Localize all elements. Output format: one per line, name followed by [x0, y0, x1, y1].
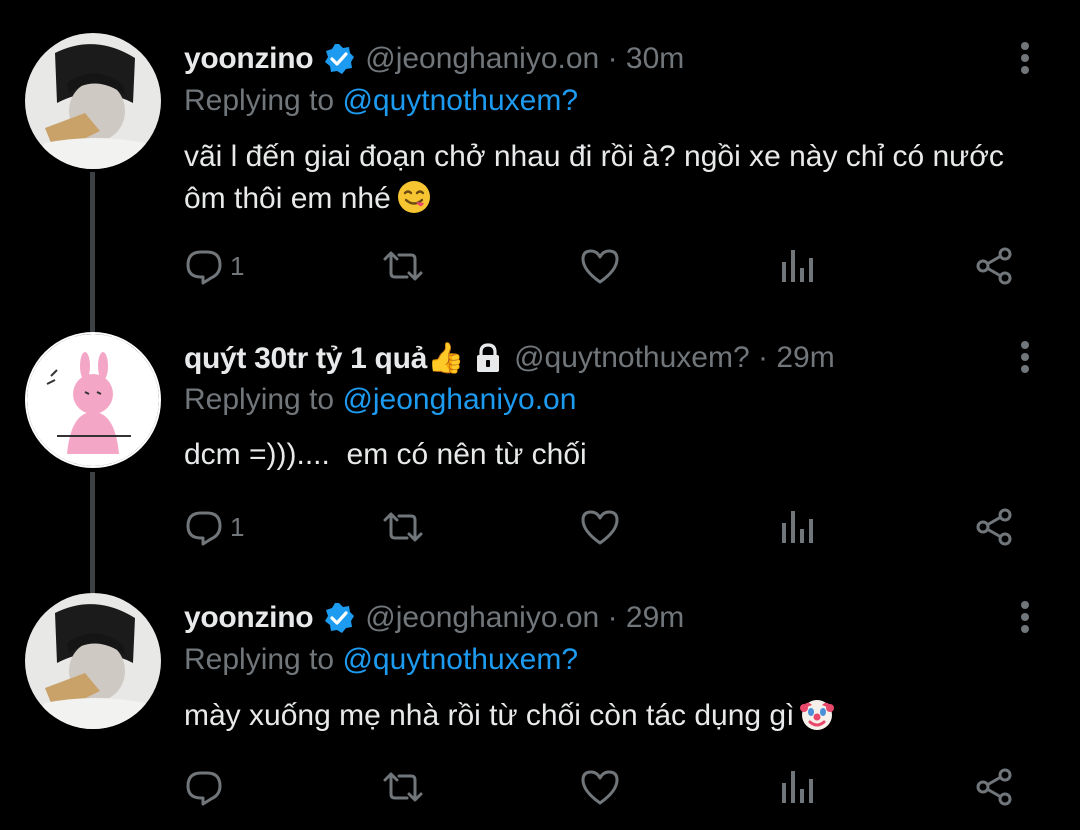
reply-button[interactable]: 1	[184, 244, 244, 288]
more-vertical-icon[interactable]	[1010, 39, 1040, 79]
mention-link[interactable]: @jeonghaniyo.on	[342, 383, 576, 416]
retweet-icon	[381, 246, 425, 286]
reply-icon	[184, 246, 224, 286]
avatar-yoonzino[interactable]	[25, 33, 161, 169]
handle[interactable]: @jeonghaniyo.on	[365, 601, 599, 634]
tweet-text: vãi l đến giai đoạn chở nhau đi rồi à? n…	[184, 136, 1034, 220]
heart-icon	[580, 246, 620, 286]
mention-link[interactable]: @quytnothuxem?	[342, 84, 578, 117]
like-button[interactable]	[580, 244, 620, 288]
analytics-icon	[779, 507, 815, 547]
share-button[interactable]	[974, 765, 1014, 809]
handle[interactable]: @jeonghaniyo.on	[365, 42, 599, 75]
avatar-yoonzino[interactable]	[25, 593, 161, 729]
mention-link[interactable]: @quytnothuxem?	[342, 643, 578, 676]
lock-icon	[472, 342, 504, 374]
separator: ·	[607, 601, 618, 634]
analytics-icon	[779, 767, 815, 807]
timestamp[interactable]: 29m	[626, 601, 684, 634]
analytics-icon	[779, 246, 815, 286]
handle[interactable]: @quytnothuxem?	[514, 341, 750, 374]
display-name[interactable]: yoonzino	[184, 601, 314, 635]
reply-icon	[184, 507, 224, 547]
thread-line	[90, 172, 95, 320]
handle-and-time: @jeonghaniyo.on · 30m	[365, 42, 684, 76]
tweet-text: dcm =))).... em có nên từ chối	[184, 434, 1034, 476]
reply-button[interactable]	[184, 765, 230, 809]
replying-prefix: Replying to	[184, 84, 335, 117]
reply-count: 1	[230, 511, 245, 542]
share-button[interactable]	[974, 244, 1014, 288]
reply-button[interactable]: 1	[184, 505, 244, 549]
handle-and-time: @quytnothuxem? · 29m	[514, 341, 835, 375]
share-icon	[974, 246, 1014, 286]
thread-line	[90, 320, 95, 332]
share-button[interactable]	[974, 505, 1014, 549]
tweet-header: quýt 30tr tỷ 1 quả👍 @quytnothuxem? · 29m	[184, 338, 835, 378]
thread-line	[90, 472, 95, 585]
tweet-text: mày xuống mẹ nhà rồi từ chối còn tác dụn…	[184, 695, 1034, 737]
retweet-icon	[381, 767, 425, 807]
analytics-button[interactable]	[779, 505, 815, 549]
avatar-quyt[interactable]	[25, 332, 161, 468]
retweet-button[interactable]	[381, 765, 425, 809]
more-vertical-icon[interactable]	[1010, 598, 1040, 638]
display-name[interactable]: yoonzino	[184, 42, 314, 76]
reply-icon	[184, 767, 224, 807]
heart-icon	[580, 507, 620, 547]
timestamp[interactable]: 30m	[626, 42, 684, 75]
tweet-text-content: dcm =))).... em có nên từ chối	[184, 438, 587, 471]
replying-to: Replying to @quytnothuxem?	[184, 643, 578, 677]
analytics-button[interactable]	[779, 244, 815, 288]
action-bar: 1	[184, 505, 1034, 549]
separator: ·	[758, 341, 768, 374]
replying-prefix: Replying to	[184, 643, 335, 676]
tweet-text-content: mày xuống mẹ nhà rồi từ chối còn tác dụn…	[184, 699, 795, 732]
tweet-1[interactable]: yoonzino @jeonghaniyo.on · 30m Replying …	[0, 0, 1080, 320]
action-bar	[184, 765, 1034, 809]
share-icon	[974, 507, 1014, 547]
reply-count: 1	[230, 250, 245, 281]
replying-to: Replying to @quytnothuxem?	[184, 84, 578, 118]
handle-and-time: @jeonghaniyo.on · 29m	[365, 601, 684, 635]
tweet-2[interactable]: quýt 30tr tỷ 1 quả👍 @quytnothuxem? · 29m…	[0, 320, 1080, 585]
display-name[interactable]: quýt 30tr tỷ 1 quả👍	[184, 341, 464, 376]
replying-to: Replying to @jeonghaniyo.on	[184, 383, 576, 417]
like-button[interactable]	[580, 765, 620, 809]
retweet-button[interactable]	[381, 505, 425, 549]
verified-badge-icon	[323, 43, 355, 75]
clown-face-emoji	[800, 697, 835, 731]
tweet-header: yoonzino @jeonghaniyo.on · 29m	[184, 598, 684, 638]
share-icon	[974, 767, 1014, 807]
thread-line	[90, 585, 95, 593]
tweet-header: yoonzino @jeonghaniyo.on · 30m	[184, 39, 684, 79]
more-vertical-icon[interactable]	[1010, 338, 1040, 378]
tweet-3[interactable]: yoonzino @jeonghaniyo.on · 29m Replying …	[0, 585, 1080, 830]
replying-prefix: Replying to	[184, 383, 335, 416]
retweet-icon	[381, 507, 425, 547]
action-bar: 1	[184, 244, 1034, 288]
retweet-button[interactable]	[381, 244, 425, 288]
heart-icon	[580, 767, 620, 807]
savoring-face-emoji	[397, 180, 431, 214]
analytics-button[interactable]	[779, 765, 815, 809]
timestamp[interactable]: 29m	[776, 341, 834, 374]
like-button[interactable]	[580, 505, 620, 549]
verified-badge-icon	[323, 602, 355, 634]
tweet-text-content: vãi l đến giai đoạn chở nhau đi rồi à? n…	[184, 140, 1004, 215]
separator: ·	[607, 42, 618, 75]
